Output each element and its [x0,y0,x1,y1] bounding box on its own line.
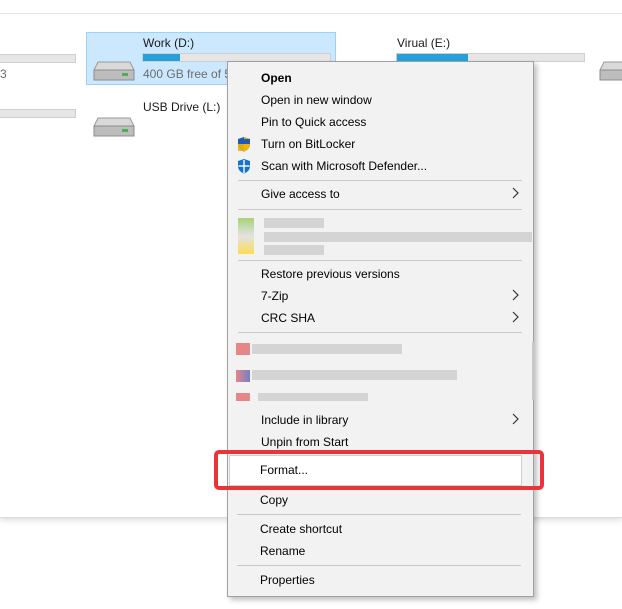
shield-icon [238,137,250,152]
menu-item-open-new-window[interactable]: Open in new window [228,89,533,111]
drive-free-text: 3 [0,67,7,81]
capacity-bar [0,54,76,63]
menu-label: Rename [260,544,306,558]
drive-usb-l[interactable]: USB Drive (L:) [86,94,236,144]
drive-name: Virual (E:) [397,36,451,50]
menu-label: CRC SHA [261,311,316,325]
hard-drive-icon [599,61,622,81]
redacted-text [252,344,402,354]
menu-item-open[interactable]: Open [228,67,533,89]
menu-item-7zip[interactable]: 7-Zip [228,285,533,307]
menu-label: Copy [260,493,289,507]
chevron-right-icon [512,311,519,323]
menu-separator [237,565,521,566]
drive-partial-left-2[interactable] [0,100,80,130]
menu-label: Open in new window [261,93,372,107]
menu-item-include-library[interactable]: Include in library [228,409,533,431]
menu-label: Include in library [261,413,349,427]
menu-label: Properties [260,573,315,587]
menu-separator [238,332,522,333]
menu-label: Restore previous versions [261,267,400,281]
menu-label: Scan with Microsoft Defender... [261,159,428,173]
top-divider [0,13,622,14]
menu-label: Give access to [261,187,340,201]
redacted-text [264,232,532,242]
capacity-bar [0,109,76,118]
menu-item-copy[interactable]: Copy [227,489,532,511]
redacted-text [264,245,324,255]
menu-separator [238,180,522,181]
redacted-icon [238,218,254,254]
menu-separator [238,209,522,210]
menu-label: Create shortcut [260,522,343,536]
menu-item-bitlocker[interactable]: Turn on BitLocker [228,133,533,155]
redacted-text [264,218,324,228]
menu-label: 7-Zip [261,289,289,303]
drive-partial-left[interactable]: 3 [0,40,80,85]
chevron-right-icon [512,187,519,199]
chevron-right-icon [512,413,519,425]
hard-drive-icon [93,117,135,137]
menu-item-crc-sha[interactable]: CRC SHA [228,307,533,329]
redacted-text [252,370,457,380]
menu-separator [238,260,522,261]
menu-label: Pin to Quick access [261,115,367,129]
annotation-highlight-box [214,450,544,490]
menu-label: Unpin from Start [261,435,349,449]
menu-item-restore-versions[interactable]: Restore previous versions [228,263,533,285]
redacted-icon [236,370,250,382]
menu-label: Turn on BitLocker [261,137,356,151]
menu-item-pin-quick-access[interactable]: Pin to Quick access [228,111,533,133]
redacted-icon [236,343,250,355]
defender-icon [238,159,250,174]
hard-drive-icon [93,61,135,81]
drive-partial-right[interactable] [598,56,622,84]
menu-item-redacted[interactable] [228,335,533,405]
context-menu-lower: Copy Create shortcut Rename Properties [227,486,534,597]
drive-free-text: 400 GB free of 5 [143,67,227,81]
menu-separator [237,514,521,515]
menu-item-create-shortcut[interactable]: Create shortcut [227,518,532,540]
menu-item-redacted[interactable] [228,212,533,258]
scrollbar-thumb[interactable] [532,342,535,400]
menu-item-rename[interactable]: Rename [227,540,532,562]
menu-item-scan-defender[interactable]: Scan with Microsoft Defender... [228,155,533,177]
drive-name: USB Drive (L:) [143,100,221,114]
menu-item-properties[interactable]: Properties [227,569,532,591]
redacted-icon [236,393,250,401]
redacted-text [258,393,368,401]
drive-name: Work (D:) [143,36,195,50]
chevron-right-icon [512,289,519,301]
menu-label: Open [261,71,292,85]
menu-item-give-access[interactable]: Give access to [228,183,533,205]
